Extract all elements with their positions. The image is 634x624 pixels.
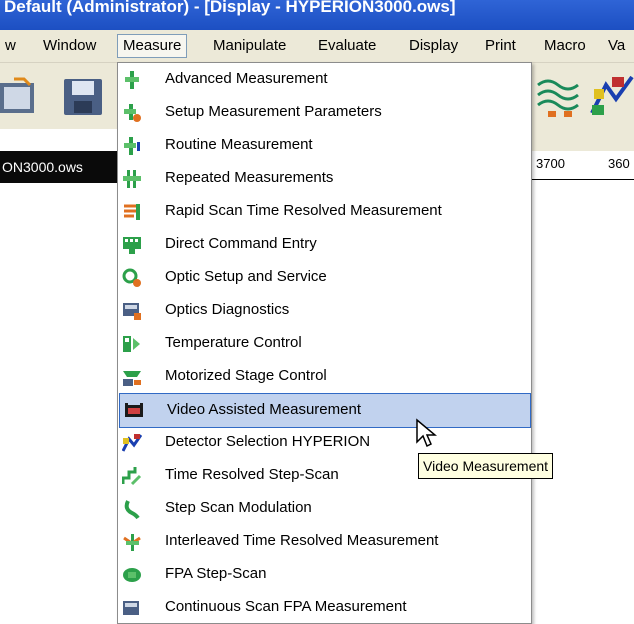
axis-tick-label: 360 — [608, 156, 630, 171]
file-tab[interactable]: ON3000.ows — [0, 151, 118, 183]
detector-selection-icon — [122, 434, 142, 452]
menu-print[interactable]: Print — [480, 36, 521, 58]
step-scan-icon — [122, 467, 142, 486]
menu-item-label: Step Scan Modulation — [165, 499, 312, 516]
menu-item-label: Rapid Scan Time Resolved Measurement — [165, 202, 442, 219]
menu-item-label: Repeated Measurements — [165, 169, 334, 186]
window-title: Default (Administrator) - [Display - HYP… — [4, 0, 456, 16]
menu-item-routine-measurement[interactable]: Routine Measurement — [118, 129, 531, 162]
command-entry-icon — [123, 237, 141, 254]
menu-item-label: Optics Diagnostics — [165, 301, 290, 318]
menu-item-setup-measurement-parameters[interactable]: Setup Measurement Parameters — [118, 96, 531, 129]
menu-item-label: Continuous Scan FPA Measurement — [165, 598, 407, 615]
menu-item-video-assisted-measurement[interactable]: Video Assisted Measurement — [119, 393, 531, 428]
menu-item-direct-command-entry[interactable]: Direct Command Entry — [118, 228, 531, 261]
menu-item-motorized-stage-control[interactable]: Motorized Stage Control — [118, 360, 531, 393]
save-icon[interactable] — [62, 77, 104, 117]
tooltip: Video Measurement — [418, 453, 554, 479]
menu-item-label: Video Assisted Measurement — [167, 401, 361, 418]
menu-item-label: Interleaved Time Resolved Measurement — [165, 532, 439, 549]
menu-item-optics-diagnostics[interactable]: Optics Diagnostics — [118, 294, 531, 327]
menu-display[interactable]: Display — [404, 36, 463, 58]
menu-macro[interactable]: Macro — [539, 36, 591, 58]
left-pane — [0, 129, 118, 613]
menu-item-repeated-measurements[interactable]: Repeated Measurements — [118, 162, 531, 195]
menu-item-label: FPA Step-Scan — [165, 565, 267, 582]
menu-item-label: Motorized Stage Control — [165, 367, 327, 384]
menu-bar: w Window Measure Manipulate Evaluate Dis… — [0, 30, 634, 63]
menu-item-step-scan-modulation[interactable]: Step Scan Modulation — [118, 492, 531, 525]
rapid-scan-icon — [124, 204, 140, 220]
optics-diagnostics-icon — [123, 303, 141, 320]
routine-measurement-icon — [124, 137, 140, 155]
menu-item-interleaved-time-resolved[interactable]: Interleaved Time Resolved Measurement — [118, 525, 531, 558]
fpa-step-scan-icon — [123, 568, 141, 582]
menu-item-label: Optic Setup and Service — [165, 268, 327, 285]
menu-view-partial[interactable]: w — [0, 36, 21, 58]
menu-item-advanced-measurement[interactable]: Advanced Measurement — [118, 63, 531, 96]
video-measurement-icon — [125, 403, 143, 417]
menu-manipulate[interactable]: Manipulate — [208, 36, 291, 58]
mouse-cursor-icon — [416, 418, 437, 448]
advanced-measurement-icon — [125, 71, 139, 89]
menu-item-label: Setup Measurement Parameters — [165, 103, 382, 120]
menu-va-partial[interactable]: Va — [603, 36, 630, 58]
measure-menu: Advanced Measurement Setup Measurement P… — [117, 62, 532, 624]
menu-window[interactable]: Window — [38, 36, 101, 58]
axis-tick-label: 3700 — [536, 156, 565, 171]
menu-measure[interactable]: Measure — [117, 34, 188, 58]
menu-item-optic-setup[interactable]: Optic Setup and Service — [118, 261, 531, 294]
menu-item-rapid-scan[interactable]: Rapid Scan Time Resolved Measurement — [118, 195, 531, 228]
menu-item-label: Detector Selection HYPERION — [165, 433, 371, 450]
motorized-stage-icon — [123, 371, 141, 386]
setup-parameters-icon — [124, 104, 141, 122]
continuous-scan-fpa-icon — [123, 601, 139, 615]
spectrum-axis: 3700 360 — [528, 151, 634, 180]
menu-item-fpa-step-scan[interactable]: FPA Step-Scan — [118, 558, 531, 591]
menu-item-label: Temperature Control — [165, 334, 302, 351]
menu-item-label: Routine Measurement — [165, 136, 313, 153]
menu-item-temperature-control[interactable]: Temperature Control — [118, 327, 531, 360]
menu-item-label: Time Resolved Step-Scan — [165, 466, 339, 483]
spectrum-tool-icon[interactable] — [534, 75, 580, 119]
optic-setup-icon — [122, 268, 141, 287]
detector-tool-icon[interactable] — [590, 73, 634, 119]
menu-evaluate[interactable]: Evaluate — [313, 36, 381, 58]
repeated-measurements-icon — [123, 170, 141, 188]
temperature-control-icon — [123, 336, 140, 352]
menu-item-continuous-scan-fpa[interactable]: Continuous Scan FPA Measurement — [118, 591, 531, 624]
step-scan-modulation-icon — [124, 500, 140, 519]
menu-item-label: Advanced Measurement — [165, 70, 328, 87]
interleaved-measurement-icon — [123, 534, 141, 551]
open-file-icon[interactable] — [0, 77, 38, 117]
window-title-bar: Default (Administrator) - [Display - HYP… — [0, 0, 634, 30]
menu-item-label: Direct Command Entry — [165, 235, 317, 252]
